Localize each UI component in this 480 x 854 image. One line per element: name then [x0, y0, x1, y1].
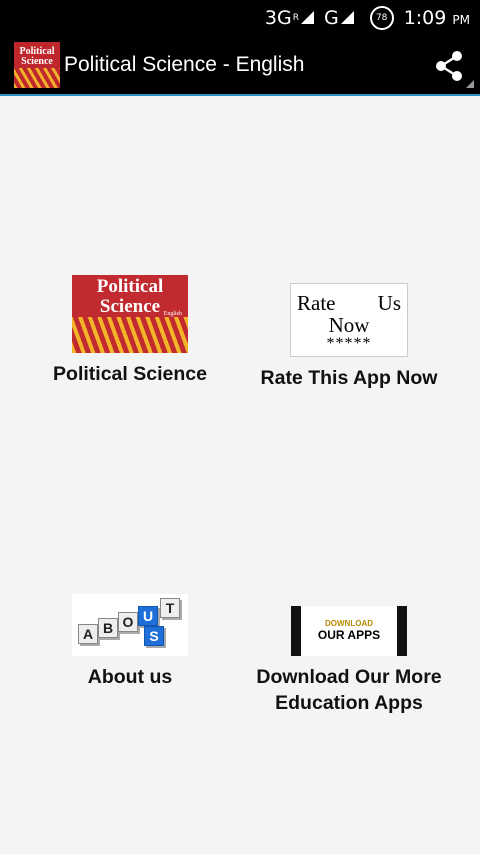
rate-us-image: Rate Us Now ***** [290, 283, 408, 357]
network-3g-label: 3G [264, 7, 292, 29]
about-cube-u: U [138, 606, 158, 626]
share-button[interactable] [434, 50, 464, 87]
app-logo: Political Science [14, 42, 60, 88]
battery-icon: 78 [369, 6, 394, 30]
ps-image-line1: Political [96, 276, 164, 297]
signal-icon-2 [340, 10, 354, 24]
tile-label-download-line2: Education Apps [275, 692, 423, 714]
tile-political-science[interactable]: Political Science English Political Scie… [20, 275, 240, 387]
overflow-indicator-icon [466, 80, 474, 88]
network-g-indicator: G [324, 7, 358, 29]
tile-label-download-line1: Download Our More [256, 666, 442, 688]
about-cube-s: S [144, 626, 164, 646]
tile-about-us[interactable]: A B O U T S About us [20, 594, 240, 690]
about-cube-b: B [98, 618, 118, 638]
rate-word1: Rate [297, 291, 336, 315]
share-icon [436, 51, 462, 81]
about-cube-o: O [118, 612, 138, 632]
dl-image-small: DOWNLOAD [325, 619, 373, 628]
ps-image-art [72, 317, 188, 353]
tile-label-about-us: About us [87, 666, 173, 688]
dl-image-big: OUR APPS [317, 628, 381, 642]
political-science-image: Political Science English [72, 275, 188, 353]
tile-rate-app[interactable]: Rate Us Now ***** Rate This App Now [240, 283, 458, 391]
app-title: Political Science - English [64, 53, 305, 76]
tile-label-rate-app: Rate This App Now [260, 367, 438, 389]
clock-time: 1:09 [403, 7, 447, 29]
action-bar-divider [0, 94, 480, 96]
network-g-label: G [323, 7, 339, 29]
battery-level: 78 [375, 13, 388, 23]
about-cube-a: A [78, 624, 98, 644]
signal-icon [300, 10, 314, 24]
status-bar: 3G R G 78 1:09 PM [0, 0, 480, 36]
app-logo-art [14, 68, 60, 88]
roaming-label: R [292, 13, 299, 23]
download-apps-image: DOWNLOAD OUR APPS [291, 606, 407, 656]
rate-word2: Us [377, 291, 401, 315]
rate-word3: Now [328, 313, 370, 337]
app-logo-line2: Science [21, 56, 53, 67]
network-3g-indicator: 3G R [265, 7, 318, 29]
clock: 1:09 PM [404, 7, 470, 29]
about-us-image: A B O U T S [72, 594, 188, 656]
rate-stars: ***** [326, 335, 372, 352]
tile-label-political-science: Political Science [53, 363, 207, 385]
about-cube-t: T [160, 598, 180, 618]
tile-download-apps[interactable]: DOWNLOAD OUR APPS Download Our More Educ… [240, 606, 458, 716]
clock-ampm: PM [452, 13, 470, 27]
action-bar: Political Science Political Science - En… [0, 36, 480, 94]
